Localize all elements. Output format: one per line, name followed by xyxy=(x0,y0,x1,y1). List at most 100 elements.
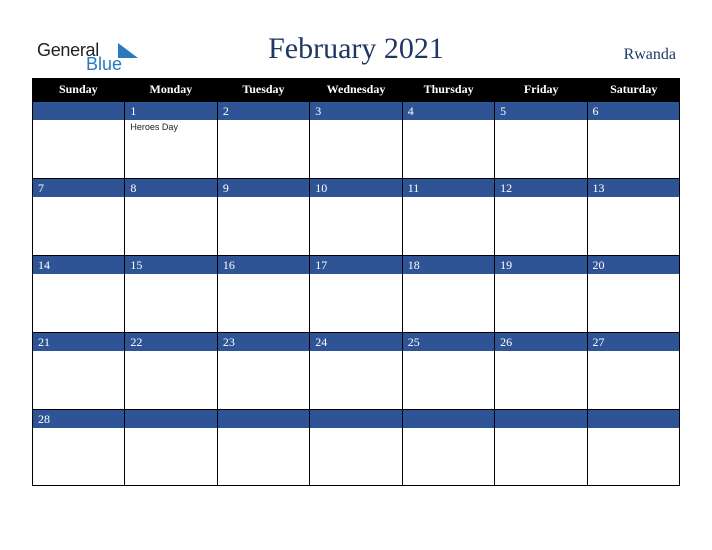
day-number: 18 xyxy=(402,255,495,274)
day-event xyxy=(218,120,309,178)
day-event: Heroes Day xyxy=(130,122,178,132)
day-cell[interactable]: 18 xyxy=(401,255,495,332)
day-number: 19 xyxy=(495,255,587,274)
day-event xyxy=(33,120,124,178)
day-cell[interactable] xyxy=(216,409,310,486)
day-event xyxy=(310,197,401,255)
day-cell[interactable]: 13 xyxy=(586,178,680,255)
day-event xyxy=(588,120,679,178)
day-event xyxy=(310,428,401,485)
day-event xyxy=(125,274,216,332)
day-cell[interactable]: 9 xyxy=(216,178,310,255)
day-number xyxy=(587,409,679,428)
day-cell[interactable]: 17 xyxy=(309,255,402,332)
weekday-friday: Friday xyxy=(523,82,559,96)
day-number: 15 xyxy=(125,255,217,274)
day-event xyxy=(495,351,586,409)
day-number xyxy=(495,409,587,428)
weekday-tuesday: Tuesday xyxy=(242,82,285,96)
day-event xyxy=(218,274,309,332)
day-number: 26 xyxy=(495,332,587,351)
day-number xyxy=(217,409,310,428)
day-cell[interactable]: 11 xyxy=(401,178,495,255)
day-number xyxy=(310,409,402,428)
day-cell[interactable]: 25 xyxy=(401,332,495,409)
weekday-sunday: Sunday xyxy=(58,82,98,96)
day-cell[interactable]: 15 xyxy=(124,255,217,332)
day-cell[interactable]: 14 xyxy=(32,255,125,332)
day-cell[interactable]: 3 xyxy=(309,101,402,178)
day-event xyxy=(125,428,216,485)
day-event xyxy=(495,197,586,255)
day-cell[interactable]: 24 xyxy=(309,332,402,409)
day-number: 14 xyxy=(33,255,125,274)
day-number: 28 xyxy=(33,409,125,428)
day-number: 21 xyxy=(33,332,125,351)
day-number: 27 xyxy=(587,332,679,351)
day-cell[interactable]: 10 xyxy=(309,178,402,255)
day-number: 25 xyxy=(402,332,495,351)
day-cell[interactable] xyxy=(124,409,217,486)
day-number: 10 xyxy=(310,178,402,197)
day-number: 7 xyxy=(33,178,125,197)
day-cell[interactable]: 8 xyxy=(124,178,217,255)
day-cell[interactable]: 27 xyxy=(586,332,680,409)
day-number: 12 xyxy=(495,178,587,197)
weekday-thursday: Thursday xyxy=(423,82,474,96)
day-event xyxy=(403,428,494,485)
day-event xyxy=(495,428,586,485)
day-event xyxy=(33,274,124,332)
day-event xyxy=(33,351,124,409)
day-cell[interactable]: 22 xyxy=(124,332,217,409)
day-cell[interactable]: 2 xyxy=(216,101,310,178)
day-cell[interactable]: 4 xyxy=(401,101,495,178)
day-event xyxy=(218,351,309,409)
day-number: 1 xyxy=(125,101,217,120)
calendar-title: February 2021 xyxy=(268,32,444,65)
day-cell[interactable]: 1 Heroes Day xyxy=(124,101,217,178)
day-event xyxy=(218,428,309,485)
day-number: 2 xyxy=(217,101,310,120)
day-number: 8 xyxy=(125,178,217,197)
day-number: 17 xyxy=(310,255,402,274)
day-cell[interactable] xyxy=(309,409,402,486)
day-event xyxy=(33,197,124,255)
week-row: 14 15 16 17 18 19 20 xyxy=(32,255,680,332)
day-event xyxy=(33,428,124,485)
day-cell[interactable]: 28 xyxy=(32,409,125,486)
week-row: 7 8 9 10 11 12 13 xyxy=(32,178,680,255)
day-number xyxy=(33,101,125,120)
day-number: 11 xyxy=(402,178,495,197)
week-row: 1 Heroes Day 2 3 4 5 6 xyxy=(32,101,680,178)
day-cell[interactable]: 26 xyxy=(494,332,587,409)
day-cell[interactable] xyxy=(586,409,680,486)
day-cell[interactable]: 20 xyxy=(586,255,680,332)
day-event xyxy=(218,197,309,255)
weekday-saturday: Saturday xyxy=(610,82,658,96)
day-event xyxy=(588,274,679,332)
day-cell[interactable]: 7 xyxy=(32,178,125,255)
day-event xyxy=(495,274,586,332)
day-cell[interactable]: 12 xyxy=(494,178,587,255)
day-event xyxy=(403,274,494,332)
day-number: 4 xyxy=(402,101,495,120)
day-cell[interactable]: 19 xyxy=(494,255,587,332)
day-event xyxy=(495,120,586,178)
day-cell[interactable]: 23 xyxy=(216,332,310,409)
day-number: 6 xyxy=(587,101,679,120)
day-event xyxy=(125,351,216,409)
day-cell[interactable]: 6 xyxy=(586,101,680,178)
day-cell[interactable] xyxy=(32,101,125,178)
day-event xyxy=(588,351,679,409)
day-event xyxy=(310,351,401,409)
day-cell[interactable]: 5 xyxy=(494,101,587,178)
calendar-grid: Sunday Monday Tuesday Wednesday Thursday Frid… xyxy=(32,78,680,486)
day-number xyxy=(402,409,495,428)
day-cell[interactable] xyxy=(401,409,495,486)
day-cell[interactable] xyxy=(494,409,587,486)
day-cell[interactable]: 16 xyxy=(216,255,310,332)
country-label: Rwanda xyxy=(623,46,676,63)
day-event xyxy=(403,351,494,409)
day-cell[interactable]: 21 xyxy=(32,332,125,409)
day-number: 5 xyxy=(495,101,587,120)
